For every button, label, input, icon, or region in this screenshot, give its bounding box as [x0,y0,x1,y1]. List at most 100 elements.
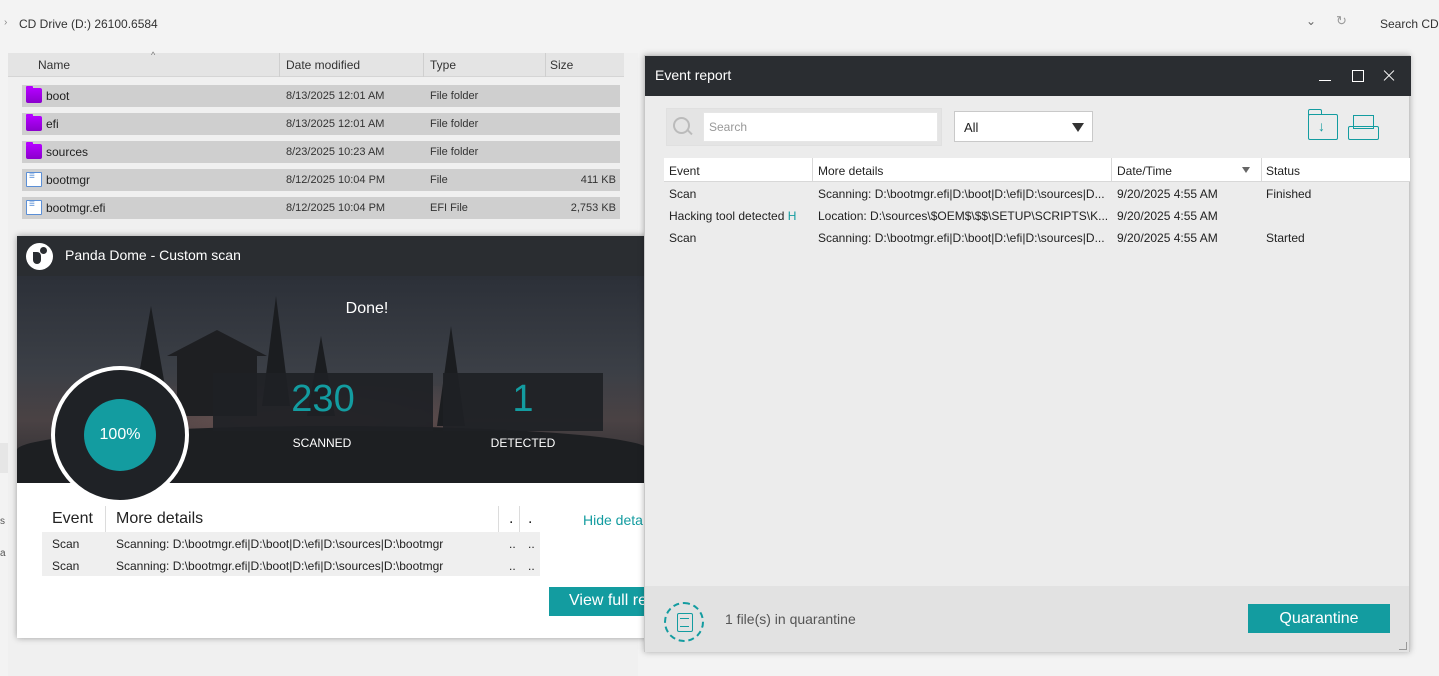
close-button[interactable] [1377,64,1401,88]
scan-status-title: Done! [345,300,389,317]
progress-percent: 100% [99,426,141,443]
file-name: bootmgr [46,173,91,187]
detected-stat-box: 1 [443,373,603,431]
row-details: Scanning: D:\bootmgr.efi|D:\boot|D:\efi|… [116,537,444,551]
file-name: bootmgr.efi [46,201,106,215]
print-icon[interactable] [1348,115,1379,140]
file-row-bootmgr-efi[interactable]: bootmgr.efi 8/12/2025 10:04 PM EFI File … [22,197,620,219]
scanned-stat-box: 230 [213,373,433,431]
refresh-icon[interactable]: ↻ [1336,13,1347,29]
event-type: Scan [669,187,697,201]
progress-fill: 100% [84,399,156,471]
folder-icon [26,142,42,159]
row-col3: .. [509,559,516,573]
event-details: Scanning: D:\bootmgr.efi|D:\boot|D:\efi|… [818,187,1105,201]
address-bar: › CD Drive (D:) 26100.6584 ⌄ ↻ Search CD… [0,0,1439,50]
quarantine-icon [664,602,704,642]
event-datetime: 9/20/2025 4:55 AM [1117,187,1218,201]
quarantine-count: 1 file(s) in quarantine [725,611,856,627]
column-date-time[interactable]: Date/Time [1117,164,1172,178]
detected-label: DETECTED [490,436,556,450]
file-row-sources[interactable]: sources 8/23/2025 10:23 AM File folder [22,141,620,163]
resize-grip-icon[interactable] [1399,642,1407,650]
column-type[interactable]: Type [430,58,456,72]
column-divider[interactable] [1261,158,1262,182]
row-col4: .. [528,559,535,573]
file-row-bootmgr[interactable]: bootmgr 8/12/2025 10:04 PM File 411 KB [22,169,620,191]
file-icon [26,199,42,215]
row-event: Scan [52,537,80,551]
file-row-efi[interactable]: efi 8/13/2025 12:01 AM File folder [22,113,620,135]
event-search-box [666,108,942,146]
file-row-boot[interactable]: boot 8/13/2025 12:01 AM File folder [22,85,620,107]
search-icon [673,117,691,135]
address-path[interactable]: CD Drive (D:) 26100.6584 [19,17,158,31]
file-type: EFI File [430,202,468,214]
file-type: File [430,174,448,186]
export-folder-icon[interactable]: ↓ [1308,109,1338,140]
column-event[interactable]: Event [669,164,700,178]
row-col4: .. [528,537,535,551]
column-date-modified[interactable]: Date modified [286,58,360,72]
panda-title-bar[interactable]: Panda Dome - Custom scan [17,236,649,276]
folder-icon [26,86,42,103]
file-type: File folder [430,118,479,130]
event-report-footer: 1 file(s) in quarantine Quarantine [645,586,1409,652]
table-row[interactable]: Scan Scanning: D:\bootmgr.efi|D:\boot|D:… [42,554,540,576]
file-list-header: ^ Name Date modified Type Size [8,50,624,77]
column-divider[interactable] [812,158,813,182]
event-table-header: Event More details Date/Time Status [664,158,1410,182]
detected-count: 1 [512,378,534,420]
column-divider[interactable] [423,53,424,77]
event-type: Hacking tool detected H [669,209,797,223]
event-status: Finished [1266,187,1312,201]
progress-ring: 100% [51,366,189,504]
event-row[interactable]: Scan Scanning: D:\bootmgr.efi|D:\boot|D:… [664,183,1410,205]
event-report-window: Event report All ↓ Event More details Da… [644,55,1411,652]
maximize-button[interactable] [1345,64,1369,88]
panda-custom-scan-window: Panda Dome - Custom scan Done! 230 SCANN… [17,236,649,638]
nav-pane-fragment: a [0,548,6,559]
chevron-down-icon[interactable]: ⌄ [1306,14,1316,28]
event-report-title-bar[interactable]: Event report [645,56,1411,96]
folder-icon [26,114,42,131]
column-divider[interactable] [279,53,280,77]
column-divider[interactable] [545,53,546,77]
file-date: 8/23/2025 10:23 AM [286,146,385,158]
file-size: 411 KB [580,174,616,186]
chevron-right-icon[interactable]: › [4,17,7,28]
file-type: File folder [430,146,479,158]
column-name[interactable]: Name [38,58,70,72]
file-icon [26,171,42,187]
table-row[interactable]: Scan Scanning: D:\bootmgr.efi|D:\boot|D:… [42,532,540,554]
minimize-button[interactable] [1313,64,1337,88]
column-status[interactable]: Status [1266,164,1300,178]
event-row[interactable]: Hacking tool detected H Location: D:\sou… [664,205,1410,227]
event-datetime: 9/20/2025 4:55 AM [1117,231,1218,245]
event-link[interactable]: H [788,209,797,223]
event-filter-dropdown[interactable]: All [954,111,1093,142]
event-report-title: Event report [655,67,732,83]
sort-descending-icon[interactable] [1242,167,1250,173]
file-name: sources [46,145,89,159]
view-full-report-button[interactable]: View full re [549,587,649,616]
file-name: boot [46,89,70,103]
event-search-input[interactable] [703,112,938,142]
row-col3: .. [509,537,516,551]
event-row[interactable]: Scan Scanning: D:\bootmgr.efi|D:\boot|D:… [664,227,1410,249]
column-divider[interactable] [1111,158,1112,182]
nav-pane-edge [0,443,8,473]
event-details: Location: D:\sources\$OEM$\$$\SETUP\SCRI… [818,209,1109,223]
quarantine-button[interactable]: Quarantine [1248,604,1390,633]
explorer-search-box[interactable]: Search CD D [1380,17,1439,31]
column-more-details[interactable]: More details [818,164,883,178]
scanned-label: SCANNED [292,436,352,450]
file-size: 2,753 KB [570,202,616,214]
hide-details-link[interactable]: Hide deta [583,512,643,528]
dropdown-arrow-icon [1072,123,1084,132]
nav-pane-fragment: s [0,516,5,527]
row-details: Scanning: D:\bootmgr.efi|D:\boot|D:\efi|… [116,559,444,573]
event-datetime: 9/20/2025 4:55 AM [1117,209,1218,223]
column-size[interactable]: Size [550,58,573,72]
file-name: efi [46,117,59,131]
